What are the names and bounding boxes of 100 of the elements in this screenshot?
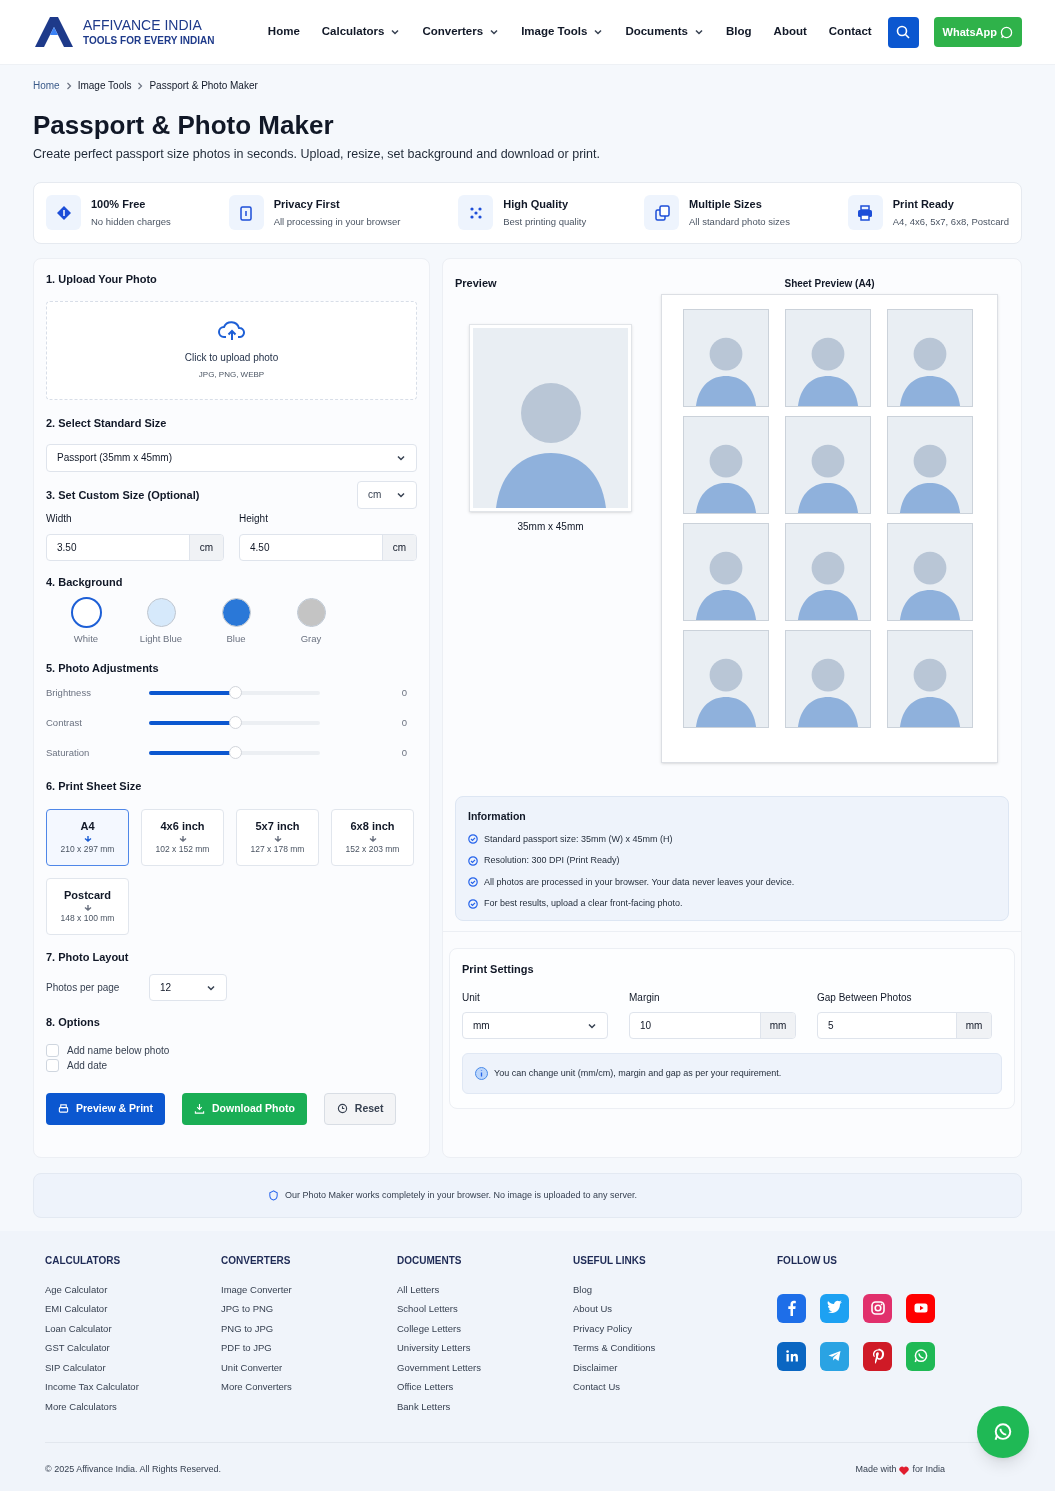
unit-select[interactable]: cm xyxy=(357,480,417,509)
sheet-size-option[interactable]: 5x7 inch 127 x 178 mm xyxy=(236,808,319,866)
feature-title: Multiple Sizes xyxy=(689,196,763,212)
footer-link[interactable]: School Letters xyxy=(397,1303,573,1316)
slider-label: Saturation xyxy=(46,745,91,760)
photo-caption: 35mm x 45mm xyxy=(516,520,585,535)
download-icon xyxy=(194,1103,206,1114)
linkedin-icon[interactable] xyxy=(777,1341,806,1371)
upload-area[interactable]: Click to upload photo JPG, PNG, WEBP xyxy=(46,301,417,401)
checkbox[interactable] xyxy=(46,1058,59,1072)
checkbox[interactable] xyxy=(46,1043,59,1057)
whatsapp-icon[interactable] xyxy=(906,1341,935,1371)
background-option[interactable]: Light Blue xyxy=(126,599,196,647)
arrow-down-icon xyxy=(178,835,187,842)
checkbox-label: Add date xyxy=(67,1058,108,1073)
nav-link[interactable]: About xyxy=(773,23,807,41)
slider[interactable] xyxy=(149,716,320,730)
unit-select[interactable]: mm xyxy=(462,1012,608,1040)
telegram-icon[interactable] xyxy=(820,1341,849,1371)
footer-link[interactable]: University Letters xyxy=(397,1342,573,1355)
section-heading: 1. Upload Your Photo xyxy=(46,271,158,287)
footer-link[interactable]: SIP Calculator xyxy=(45,1361,221,1375)
instagram-icon[interactable] xyxy=(863,1293,892,1323)
footer-link[interactable]: Income Tax Calculator xyxy=(45,1381,221,1394)
printer-icon xyxy=(58,1103,69,1114)
made-for-text: for India xyxy=(912,1463,945,1477)
footer-link[interactable]: Blog xyxy=(573,1283,777,1297)
footer-heading: CALCULATORS xyxy=(45,1253,122,1268)
footer-link[interactable]: All Letters xyxy=(397,1283,573,1297)
clipboard-icon xyxy=(228,195,264,231)
footer-link[interactable]: Privacy Policy xyxy=(573,1322,777,1336)
search-button[interactable] xyxy=(887,16,919,48)
footer-link[interactable]: Disclaimer xyxy=(573,1361,777,1375)
footer-link[interactable]: GST Calculator xyxy=(45,1342,221,1355)
standard-size-select[interactable]: Passport (35mm x 45mm) xyxy=(46,443,417,472)
sheet-size-option[interactable]: 6x8 inch 152 x 203 mm xyxy=(331,808,414,866)
section-heading: 4. Background xyxy=(46,574,124,590)
footer-link[interactable]: Loan Calculator xyxy=(45,1322,221,1336)
feature-text: All standard photo sizes xyxy=(689,215,790,230)
breadcrumb-link[interactable]: Home xyxy=(33,78,60,93)
field-label: Gap Between Photos xyxy=(817,991,913,1006)
background-option[interactable]: White xyxy=(51,599,121,647)
info-icon xyxy=(475,1067,488,1081)
info-text: Standard passport size: 35mm (W) x 45mm (H) xyxy=(484,832,673,846)
footer-link[interactable]: Government Letters xyxy=(397,1361,573,1375)
slider-thumb[interactable] xyxy=(228,686,242,699)
footer-link[interactable]: Age Calculator xyxy=(45,1283,221,1297)
footer-link[interactable]: Bank Letters xyxy=(397,1400,573,1414)
background-option[interactable]: Blue xyxy=(201,599,271,647)
made-with-text: Made with xyxy=(855,1463,897,1477)
input-field[interactable]: 3.50 cm xyxy=(46,533,224,561)
footer-link[interactable]: Image Converter xyxy=(221,1283,397,1297)
footer-link[interactable]: Unit Converter xyxy=(221,1361,397,1375)
footer-link[interactable]: More Converters xyxy=(221,1381,397,1394)
nav-link[interactable]: Calculators xyxy=(321,23,401,41)
check-circle-icon xyxy=(468,834,478,845)
input-field[interactable]: 10 mm xyxy=(629,1012,796,1040)
footer-link[interactable]: Office Letters xyxy=(397,1381,573,1394)
slider-thumb[interactable] xyxy=(228,746,242,759)
input-field[interactable]: 5 mm xyxy=(817,1012,992,1040)
action-button[interactable]: Preview & Print xyxy=(46,1092,166,1125)
background-option[interactable]: Gray xyxy=(276,599,346,647)
nav-link[interactable]: Contact xyxy=(828,23,872,41)
footer-link[interactable]: Contact Us xyxy=(573,1381,777,1394)
breadcrumb-link[interactable]: Image Tools xyxy=(77,78,132,93)
footer-link[interactable]: JPG to PNG xyxy=(221,1303,397,1316)
field-label: Height xyxy=(239,511,269,526)
footer-link[interactable]: PNG to JPG xyxy=(221,1322,397,1336)
input-field[interactable]: 4.50 cm xyxy=(239,533,417,561)
footer-link[interactable]: EMI Calculator xyxy=(45,1303,221,1316)
whatsapp-chat-button[interactable] xyxy=(977,1405,1029,1458)
youtube-icon[interactable] xyxy=(906,1293,935,1323)
photos-per-page-select[interactable]: 12 xyxy=(149,974,227,1001)
slider[interactable] xyxy=(149,686,320,700)
unit-addon: mm xyxy=(956,1013,991,1039)
facebook-icon[interactable] xyxy=(777,1293,806,1323)
footer-link[interactable]: About Us xyxy=(573,1303,777,1316)
nav-link[interactable]: Home xyxy=(267,23,300,41)
sheet-size-option[interactable]: Postcard 148 x 100 mm xyxy=(46,877,129,935)
footer-link[interactable]: PDF to JPG xyxy=(221,1342,397,1355)
pinterest-icon[interactable] xyxy=(863,1341,892,1371)
action-button[interactable]: Reset xyxy=(323,1092,397,1125)
nav-link[interactable]: Image Tools xyxy=(521,23,604,41)
arrow-down-icon xyxy=(273,835,282,842)
logo-tagline: TOOLS FOR EVERY INDIAN xyxy=(83,34,215,48)
feature-text: All processing in your browser xyxy=(273,215,401,230)
sheet-size-option[interactable]: 4x6 inch 102 x 152 mm xyxy=(141,808,224,866)
nav-link[interactable]: Converters xyxy=(422,23,500,41)
slider[interactable] xyxy=(149,746,320,760)
nav-link[interactable]: Blog xyxy=(726,23,752,41)
nav-link[interactable]: Documents xyxy=(625,23,704,41)
unit-addon: mm xyxy=(760,1013,795,1039)
footer-link[interactable]: College Letters xyxy=(397,1322,573,1336)
footer-link[interactable]: Terms & Conditions xyxy=(573,1342,777,1355)
sheet-size-option[interactable]: A4 210 x 297 mm xyxy=(46,808,129,866)
footer-link[interactable]: More Calculators xyxy=(45,1400,221,1414)
slider-thumb[interactable] xyxy=(228,716,242,729)
twitter-icon[interactable] xyxy=(820,1293,849,1323)
field-label: Unit xyxy=(462,991,481,1006)
feature-text: Best printing quality xyxy=(503,215,587,230)
